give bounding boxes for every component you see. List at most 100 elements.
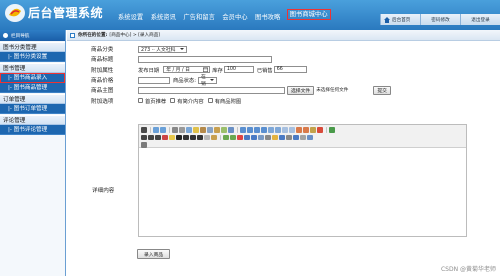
- baidu-map-icon[interactable]: [279, 134, 285, 141]
- submit-product-button[interactable]: 录入商品: [137, 249, 171, 259]
- nav-book-guides[interactable]: 图书攻略: [254, 11, 281, 22]
- undo-icon[interactable]: [153, 127, 159, 133]
- sidebar-item-book-category-settings[interactable]: |- 图书分类设置: [0, 52, 65, 62]
- print-icon[interactable]: [179, 127, 185, 133]
- has-intro-checkbox[interactable]: [170, 98, 176, 104]
- admin-home-label: 后台首页: [392, 17, 411, 23]
- homepage-recommend-checkbox[interactable]: [138, 98, 143, 104]
- title-input[interactable]: [138, 55, 272, 63]
- image-icon[interactable]: [223, 134, 229, 141]
- line-height-icon[interactable]: [204, 134, 210, 141]
- preview-icon[interactable]: [172, 127, 178, 133]
- upload-submit-button[interactable]: 提交: [373, 85, 391, 95]
- sidebar-item-book-comments[interactable]: |- 图书评论管理: [0, 125, 65, 135]
- publish-date-value: 年 / 月 / 日: [166, 68, 190, 74]
- image-row: 商品主图 选择文件 未选择任何文件 提交: [91, 85, 500, 95]
- price-input[interactable]: [138, 76, 170, 84]
- toolbar-row-2: [141, 134, 464, 141]
- nav-book-mall-center[interactable]: 图书商城中心: [286, 9, 331, 20]
- code-icon[interactable]: [193, 127, 199, 133]
- media-icon[interactable]: [244, 134, 250, 141]
- change-password-button[interactable]: 密码修改: [420, 14, 460, 25]
- submit-area: 录入商品: [137, 249, 171, 259]
- status-label: 商品状态:: [173, 78, 196, 85]
- paste-icon[interactable]: [214, 127, 220, 133]
- sold-input[interactable]: 66: [273, 66, 307, 74]
- location-icon: [70, 32, 75, 38]
- clear-format-icon[interactable]: [310, 127, 316, 133]
- bullet-list-icon[interactable]: [275, 127, 281, 133]
- cut-icon[interactable]: [200, 127, 206, 133]
- sidebar-item-book-orders[interactable]: |- 图书订单管理: [0, 104, 65, 114]
- numbered-list-icon[interactable]: [268, 127, 274, 133]
- paste-word-icon[interactable]: [228, 127, 234, 133]
- italic-icon[interactable]: [183, 134, 189, 141]
- paste-text-icon[interactable]: [221, 127, 227, 133]
- main-image-input[interactable]: [138, 86, 285, 94]
- page-break-icon[interactable]: [286, 134, 292, 141]
- nav-system-news[interactable]: 系统资讯: [150, 11, 177, 22]
- sidebar-group-book-category[interactable]: 图书分类管理: [0, 42, 65, 52]
- highlight-icon[interactable]: [169, 134, 175, 141]
- redo-icon[interactable]: [160, 127, 166, 133]
- table-icon[interactable]: [258, 134, 264, 141]
- breadcrumb-lead: 你所在的位置:: [78, 33, 108, 38]
- stock-input[interactable]: 100: [223, 66, 254, 74]
- toolbar-row-3: [141, 142, 464, 149]
- source-icon[interactable]: [141, 127, 147, 133]
- calendar-icon[interactable]: [203, 67, 209, 73]
- status-select[interactable]: 在销: [197, 75, 217, 87]
- copy-icon[interactable]: [207, 127, 213, 133]
- insert-file-icon[interactable]: [251, 134, 257, 141]
- underline-icon[interactable]: [190, 134, 196, 141]
- top-header: 后台管理系统 系统设置 系统资讯 广告和留言 会员中心 图书攻略 图书商城中心 …: [0, 0, 500, 30]
- logout-button[interactable]: 退出登录: [460, 14, 500, 25]
- align-right-icon[interactable]: [254, 127, 260, 133]
- bold-icon[interactable]: [176, 134, 182, 141]
- nav-member-center[interactable]: 会员中心: [221, 11, 248, 22]
- anchor-icon[interactable]: [141, 142, 147, 148]
- font-family-icon[interactable]: [148, 134, 154, 141]
- select-all-icon[interactable]: [317, 127, 323, 133]
- options-row: 附加选项 首页推荐 有简介内容 有商品附图: [91, 95, 500, 105]
- align-justify-icon[interactable]: [261, 127, 267, 133]
- category-select[interactable]: 273 ·· 人文社科: [138, 45, 187, 53]
- multi-image-icon[interactable]: [230, 134, 236, 141]
- heading-icon[interactable]: [141, 134, 147, 141]
- sidebar-item-book-products[interactable]: |- 图书商品管理: [0, 83, 65, 93]
- stock-label: 库存: [212, 67, 223, 74]
- template-icon[interactable]: [186, 127, 192, 133]
- horizontal-rule-icon[interactable]: [265, 134, 271, 141]
- breadcrumb-path: [商品中心] > [录入商品]: [109, 33, 161, 38]
- sold-label: 已销售: [256, 67, 273, 74]
- sidebar-group-comments[interactable]: 评论管理: [0, 115, 65, 125]
- font-color-icon[interactable]: [162, 134, 168, 141]
- sidebar-group-book-management[interactable]: 图书管理: [0, 63, 65, 73]
- sidebar-group-orders[interactable]: 订单管理: [0, 94, 65, 104]
- about-icon[interactable]: [307, 134, 313, 141]
- fullscreen-icon[interactable]: [329, 127, 335, 133]
- unlink-icon[interactable]: [300, 134, 306, 141]
- choose-file-button[interactable]: 选择文件: [287, 85, 315, 95]
- remove-format-icon[interactable]: [211, 134, 217, 141]
- admin-home-button[interactable]: 后台首页: [380, 14, 420, 25]
- nav-ads-messages[interactable]: 广告和留言: [182, 11, 215, 22]
- flash-icon[interactable]: [237, 134, 243, 141]
- strikethrough-icon[interactable]: [197, 134, 203, 141]
- align-left-icon[interactable]: [240, 127, 246, 133]
- font-size-icon[interactable]: [155, 134, 161, 141]
- nav-system-settings[interactable]: 系统设置: [117, 11, 144, 22]
- subscript-icon[interactable]: [296, 127, 302, 133]
- title-row: 商品标题: [91, 54, 500, 64]
- emoticon-icon[interactable]: [272, 134, 278, 141]
- superscript-icon[interactable]: [303, 127, 309, 133]
- sidebar-item-book-entry[interactable]: |- 图书商品录入: [0, 73, 65, 83]
- has-images-checkbox[interactable]: [207, 98, 213, 104]
- link-icon[interactable]: [293, 134, 299, 141]
- rich-text-editor[interactable]: 详细内容: [92, 124, 467, 237]
- outdent-icon[interactable]: [289, 127, 295, 133]
- breadcrumb: 你所在的位置: [商品中心] > [录入商品]: [67, 30, 500, 41]
- toolbar-separator: [220, 134, 221, 141]
- indent-icon[interactable]: [282, 127, 288, 133]
- align-center-icon[interactable]: [247, 127, 253, 133]
